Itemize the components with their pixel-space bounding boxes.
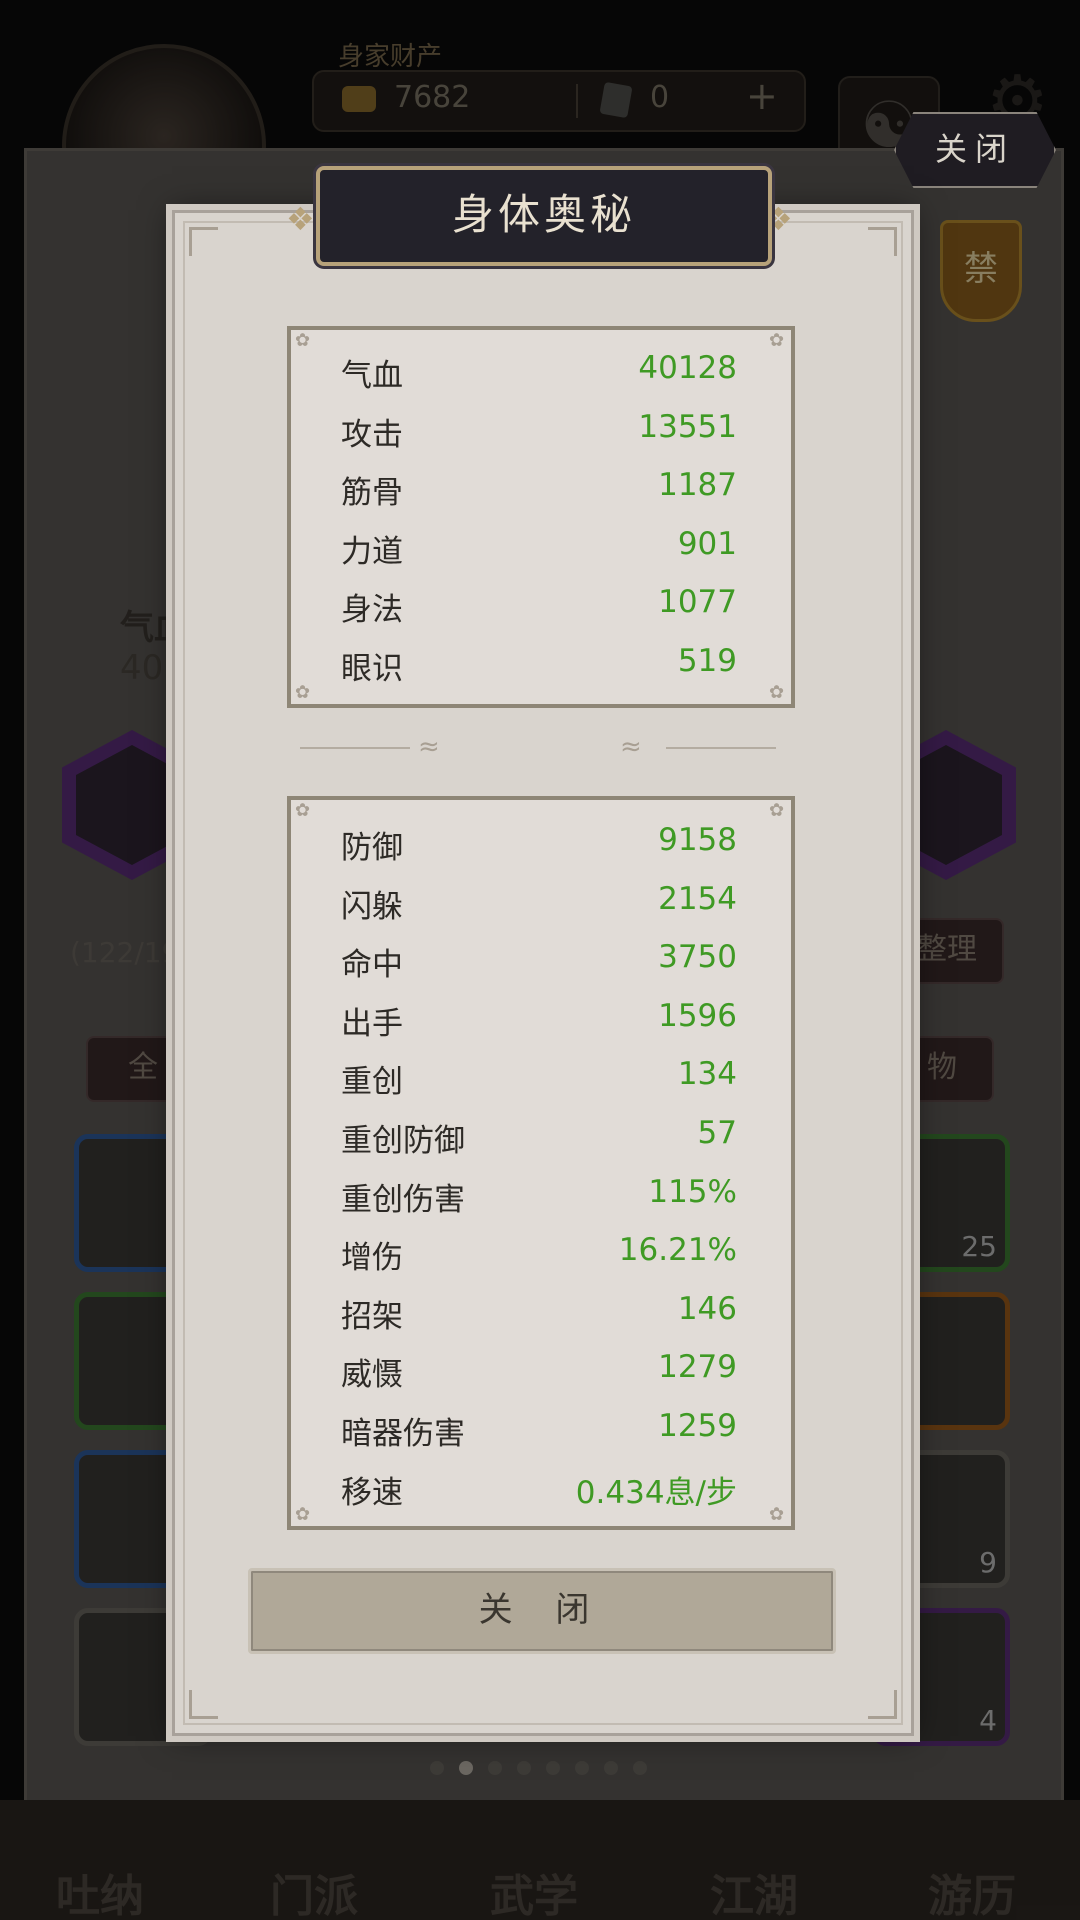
stat-value: 1187 xyxy=(658,467,737,504)
stat-label: 重创防御 xyxy=(341,1123,465,1159)
box-corner-ornament: ✿ xyxy=(295,800,311,821)
corner-ornament xyxy=(868,227,897,256)
stat-label: 移速 xyxy=(341,1474,403,1511)
divider-line-left xyxy=(300,747,410,749)
stat-label: 筋骨 xyxy=(341,475,403,512)
stat-value: 9158 xyxy=(658,822,737,858)
stat-row: 闪躲 2154 xyxy=(341,873,737,931)
stat-row: 攻击 13551 xyxy=(341,401,737,459)
stat-value: 13551 xyxy=(638,408,737,445)
stat-label: 攻击 xyxy=(341,416,403,453)
stat-label: 命中 xyxy=(341,947,403,984)
corner-ornament xyxy=(189,1690,218,1719)
divider-ornament-right: ≈ xyxy=(620,732,642,762)
stat-label: 防御 xyxy=(341,830,403,866)
stat-value: 1077 xyxy=(658,584,737,621)
stat-value: 40128 xyxy=(638,350,737,386)
stat-value: 16.21% xyxy=(618,1232,737,1269)
secondary-stats-box: ✿ ✿ ✿ ✿ 防御 9158 闪躲 2154 命中 3750 出手 1596 重创 134 重创防… xyxy=(287,796,795,1530)
stat-row: 筋骨 1187 xyxy=(341,459,737,517)
stat-row: 眼识 519 xyxy=(341,635,737,693)
divider-ornament-left: ≈ xyxy=(418,732,440,762)
stat-value: 57 xyxy=(697,1115,737,1151)
stat-label: 闪躲 xyxy=(341,888,403,925)
divider-line-right xyxy=(666,747,776,749)
stat-row: 重创防御 57 xyxy=(341,1107,737,1165)
stat-row: 身法 1077 xyxy=(341,576,737,634)
box-corner-ornament: ✿ xyxy=(295,330,311,351)
box-corner-ornament: ✿ xyxy=(769,330,785,351)
stat-value: 2154 xyxy=(658,880,737,917)
stat-row: 移速 0.434息/步 xyxy=(341,1459,737,1517)
box-corner-ornament: ✿ xyxy=(295,1504,311,1525)
stat-label: 出手 xyxy=(341,1005,403,1042)
close-button[interactable]: 关 闭 xyxy=(248,1568,836,1654)
stat-label: 重创伤害 xyxy=(341,1181,465,1218)
primary-stats-box: ✿ ✿ ✿ ✿ 气血 40128 攻击 13551 筋骨 1187 力道 901 身法 1077 眼… xyxy=(287,326,795,708)
stat-value: 146 xyxy=(677,1290,737,1327)
stat-label: 力道 xyxy=(341,533,403,570)
stat-label: 身法 xyxy=(341,592,403,629)
box-corner-ornament: ✿ xyxy=(769,682,785,703)
stat-label: 威慑 xyxy=(341,1357,403,1394)
stat-value: 901 xyxy=(677,525,737,562)
stat-row: 暗器伤害 1259 xyxy=(341,1400,737,1458)
stat-row: 威慑 1279 xyxy=(341,1341,737,1399)
stat-value: 1259 xyxy=(658,1408,737,1444)
stat-row: 招架 146 xyxy=(341,1283,737,1341)
box-corner-ornament: ✿ xyxy=(295,682,311,703)
stat-value: 1596 xyxy=(658,997,737,1034)
stat-row: 重创 134 xyxy=(341,1048,737,1106)
top-close-button[interactable]: 关闭 xyxy=(894,112,1056,188)
dialog-title: 身体奥秘 xyxy=(316,166,772,266)
stat-value: 1279 xyxy=(658,1349,737,1386)
box-corner-ornament: ✿ xyxy=(769,1504,785,1525)
box-corner-ornament: ✿ xyxy=(769,800,785,821)
stat-value: 0.434息/步 xyxy=(575,1474,737,1511)
stat-row: 出手 1596 xyxy=(341,990,737,1048)
title-ornament-left: ❖ xyxy=(286,200,315,238)
stat-label: 招架 xyxy=(341,1298,403,1335)
stat-row: 力道 901 xyxy=(341,518,737,576)
stat-value: 519 xyxy=(677,643,737,679)
stat-row: 重创伤害 115% xyxy=(341,1166,737,1224)
stat-value: 115% xyxy=(648,1173,737,1210)
stat-label: 暗器伤害 xyxy=(341,1416,465,1452)
corner-ornament xyxy=(189,227,218,256)
stat-label: 重创 xyxy=(341,1064,403,1101)
corner-ornament xyxy=(868,1690,897,1719)
stat-row: 增伤 16.21% xyxy=(341,1224,737,1282)
stat-value: 134 xyxy=(677,1056,737,1093)
stat-row: 防御 9158 xyxy=(341,814,737,872)
stat-row: 气血 40128 xyxy=(341,342,737,400)
stat-label: 增伤 xyxy=(341,1240,403,1277)
stat-label: 气血 xyxy=(341,358,403,394)
stat-row: 命中 3750 xyxy=(341,931,737,989)
stat-value: 3750 xyxy=(658,939,737,976)
stat-label: 眼识 xyxy=(341,651,403,687)
